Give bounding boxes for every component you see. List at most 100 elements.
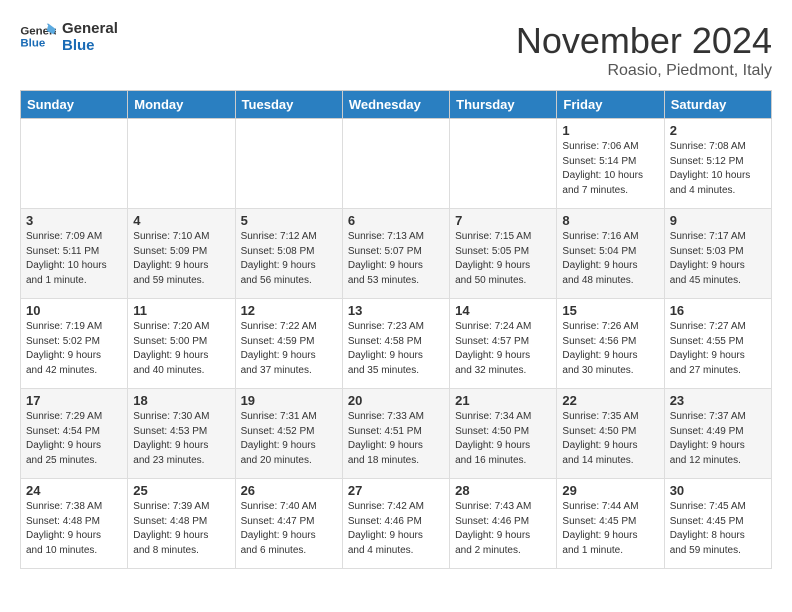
day-number: 8 bbox=[562, 213, 658, 228]
day-info: Sunrise: 7:20 AM Sunset: 5:00 PM Dayligh… bbox=[133, 320, 229, 378]
day-info: Sunrise: 7:12 AM Sunset: 5:08 PM Dayligh… bbox=[241, 230, 337, 288]
day-info: Sunrise: 7:35 AM Sunset: 4:50 PM Dayligh… bbox=[562, 410, 658, 468]
logo-general: General bbox=[62, 20, 118, 37]
calendar-cell bbox=[21, 119, 128, 209]
day-info: Sunrise: 7:39 AM Sunset: 4:48 PM Dayligh… bbox=[133, 500, 229, 558]
page-header: General Blue General Blue November 2024 … bbox=[20, 20, 772, 80]
calendar-cell: 7 Sunrise: 7:15 AM Sunset: 5:05 PM Daylig… bbox=[450, 209, 557, 299]
day-number: 11 bbox=[133, 303, 229, 318]
day-info: Sunrise: 7:30 AM Sunset: 4:53 PM Dayligh… bbox=[133, 410, 229, 468]
day-number: 17 bbox=[26, 393, 122, 408]
day-number: 22 bbox=[562, 393, 658, 408]
day-info: Sunrise: 7:23 AM Sunset: 4:58 PM Dayligh… bbox=[348, 320, 444, 378]
calendar-cell: 8Sunrise: 7:16 AM Sunset: 5:04 PM Daylig… bbox=[557, 209, 664, 299]
calendar-cell: 16 Sunrise: 7:27 AM Sunset: 4:55 PM Dayli… bbox=[664, 299, 771, 389]
logo: General Blue General Blue bbox=[20, 20, 118, 54]
calendar-cell bbox=[342, 119, 449, 209]
day-info: Sunrise: 7:29 AM Sunset: 4:54 PM Dayligh… bbox=[26, 410, 122, 468]
day-info: Sunrise: 7:26 AM Sunset: 4:56 PM Dayligh… bbox=[562, 320, 658, 378]
calendar-cell: 23 Sunrise: 7:37 AM Sunset: 4:49 PM Dayli… bbox=[664, 389, 771, 479]
calendar-cell: 9Sunrise: 7:17 AM Sunset: 5:03 PM Daylig… bbox=[664, 209, 771, 299]
weekday-header-row: SundayMondayTuesdayWednesdayThursdayFrid… bbox=[21, 91, 772, 119]
calendar-cell: 25 Sunrise: 7:39 AM Sunset: 4:48 PM Dayli… bbox=[128, 479, 235, 569]
calendar-cell: 30Sunrise: 7:45 AM Sunset: 4:45 PM Dayli… bbox=[664, 479, 771, 569]
calendar-week-5: 24 Sunrise: 7:38 AM Sunset: 4:48 PM Dayli… bbox=[21, 479, 772, 569]
calendar-cell: 24 Sunrise: 7:38 AM Sunset: 4:48 PM Dayli… bbox=[21, 479, 128, 569]
calendar-week-2: 3 Sunrise: 7:09 AM Sunset: 5:11 PM Daylig… bbox=[21, 209, 772, 299]
day-number: 6 bbox=[348, 213, 444, 228]
day-number: 16 bbox=[670, 303, 766, 318]
weekday-header-monday: Monday bbox=[128, 91, 235, 119]
day-info: Sunrise: 7:06 AM Sunset: 5:14 PM Dayligh… bbox=[562, 140, 658, 198]
calendar-cell: 17 Sunrise: 7:29 AM Sunset: 4:54 PM Dayli… bbox=[21, 389, 128, 479]
calendar-cell bbox=[128, 119, 235, 209]
calendar-cell: 26Sunrise: 7:40 AM Sunset: 4:47 PM Dayli… bbox=[235, 479, 342, 569]
day-info: Sunrise: 7:44 AM Sunset: 4:45 PM Dayligh… bbox=[562, 500, 658, 558]
weekday-header-wednesday: Wednesday bbox=[342, 91, 449, 119]
day-number: 27 bbox=[348, 483, 444, 498]
calendar-week-4: 17 Sunrise: 7:29 AM Sunset: 4:54 PM Dayli… bbox=[21, 389, 772, 479]
day-number: 13 bbox=[348, 303, 444, 318]
calendar-cell: 6 Sunrise: 7:13 AM Sunset: 5:07 PM Daylig… bbox=[342, 209, 449, 299]
day-info: Sunrise: 7:15 AM Sunset: 5:05 PM Dayligh… bbox=[455, 230, 551, 288]
day-info: Sunrise: 7:45 AM Sunset: 4:45 PM Dayligh… bbox=[670, 500, 766, 558]
calendar-cell: 4 Sunrise: 7:10 AM Sunset: 5:09 PM Daylig… bbox=[128, 209, 235, 299]
day-info: Sunrise: 7:38 AM Sunset: 4:48 PM Dayligh… bbox=[26, 500, 122, 558]
calendar-cell: 13 Sunrise: 7:23 AM Sunset: 4:58 PM Dayli… bbox=[342, 299, 449, 389]
calendar-cell: 22 Sunrise: 7:35 AM Sunset: 4:50 PM Dayli… bbox=[557, 389, 664, 479]
day-info: Sunrise: 7:24 AM Sunset: 4:57 PM Dayligh… bbox=[455, 320, 551, 378]
calendar-cell bbox=[450, 119, 557, 209]
calendar-table: SundayMondayTuesdayWednesdayThursdayFrid… bbox=[20, 90, 772, 569]
day-info: Sunrise: 7:13 AM Sunset: 5:07 PM Dayligh… bbox=[348, 230, 444, 288]
calendar-week-3: 10 Sunrise: 7:19 AM Sunset: 5:02 PM Dayli… bbox=[21, 299, 772, 389]
day-number: 23 bbox=[670, 393, 766, 408]
day-number: 19 bbox=[241, 393, 337, 408]
day-number: 28 bbox=[455, 483, 551, 498]
day-info: Sunrise: 7:19 AM Sunset: 5:02 PM Dayligh… bbox=[26, 320, 122, 378]
day-info: Sunrise: 7:31 AM Sunset: 4:52 PM Dayligh… bbox=[241, 410, 337, 468]
calendar-cell: 10 Sunrise: 7:19 AM Sunset: 5:02 PM Dayli… bbox=[21, 299, 128, 389]
calendar-cell: 28 Sunrise: 7:43 AM Sunset: 4:46 PM Dayli… bbox=[450, 479, 557, 569]
calendar-cell: 2 Sunrise: 7:08 AM Sunset: 5:12 PM Daylig… bbox=[664, 119, 771, 209]
day-number: 5 bbox=[241, 213, 337, 228]
calendar-cell: 19 Sunrise: 7:31 AM Sunset: 4:52 PM Dayli… bbox=[235, 389, 342, 479]
day-number: 20 bbox=[348, 393, 444, 408]
day-info: Sunrise: 7:43 AM Sunset: 4:46 PM Dayligh… bbox=[455, 500, 551, 558]
month-title: November 2024 bbox=[516, 20, 772, 62]
day-number: 26 bbox=[241, 483, 337, 498]
day-info: Sunrise: 7:27 AM Sunset: 4:55 PM Dayligh… bbox=[670, 320, 766, 378]
day-number: 1 bbox=[562, 123, 658, 138]
weekday-header-tuesday: Tuesday bbox=[235, 91, 342, 119]
day-info: Sunrise: 7:09 AM Sunset: 5:11 PM Dayligh… bbox=[26, 230, 122, 288]
day-info: Sunrise: 7:37 AM Sunset: 4:49 PM Dayligh… bbox=[670, 410, 766, 468]
calendar-cell: 21Sunrise: 7:34 AM Sunset: 4:50 PM Dayli… bbox=[450, 389, 557, 479]
calendar-cell: 27 Sunrise: 7:42 AM Sunset: 4:46 PM Dayli… bbox=[342, 479, 449, 569]
day-info: Sunrise: 7:17 AM Sunset: 5:03 PM Dayligh… bbox=[670, 230, 766, 288]
day-number: 12 bbox=[241, 303, 337, 318]
day-number: 21 bbox=[455, 393, 551, 408]
location-subtitle: Roasio, Piedmont, Italy bbox=[516, 62, 772, 80]
logo-blue: Blue bbox=[62, 37, 118, 54]
calendar-cell: 1 Sunrise: 7:06 AM Sunset: 5:14 PM Daylig… bbox=[557, 119, 664, 209]
title-block: November 2024 Roasio, Piedmont, Italy bbox=[516, 20, 772, 80]
day-number: 10 bbox=[26, 303, 122, 318]
day-number: 2 bbox=[670, 123, 766, 138]
calendar-cell: 12Sunrise: 7:22 AM Sunset: 4:59 PM Dayli… bbox=[235, 299, 342, 389]
calendar-cell bbox=[235, 119, 342, 209]
day-number: 7 bbox=[455, 213, 551, 228]
day-number: 3 bbox=[26, 213, 122, 228]
calendar-cell: 11 Sunrise: 7:20 AM Sunset: 5:00 PM Dayli… bbox=[128, 299, 235, 389]
day-info: Sunrise: 7:08 AM Sunset: 5:12 PM Dayligh… bbox=[670, 140, 766, 198]
calendar-cell: 20 Sunrise: 7:33 AM Sunset: 4:51 PM Dayli… bbox=[342, 389, 449, 479]
day-number: 24 bbox=[26, 483, 122, 498]
day-info: Sunrise: 7:10 AM Sunset: 5:09 PM Dayligh… bbox=[133, 230, 229, 288]
weekday-header-sunday: Sunday bbox=[21, 91, 128, 119]
day-number: 4 bbox=[133, 213, 229, 228]
day-number: 25 bbox=[133, 483, 229, 498]
logo-icon: General Blue bbox=[20, 22, 56, 52]
day-number: 29 bbox=[562, 483, 658, 498]
svg-text:Blue: Blue bbox=[20, 38, 45, 50]
day-info: Sunrise: 7:42 AM Sunset: 4:46 PM Dayligh… bbox=[348, 500, 444, 558]
calendar-cell: 3 Sunrise: 7:09 AM Sunset: 5:11 PM Daylig… bbox=[21, 209, 128, 299]
day-info: Sunrise: 7:33 AM Sunset: 4:51 PM Dayligh… bbox=[348, 410, 444, 468]
